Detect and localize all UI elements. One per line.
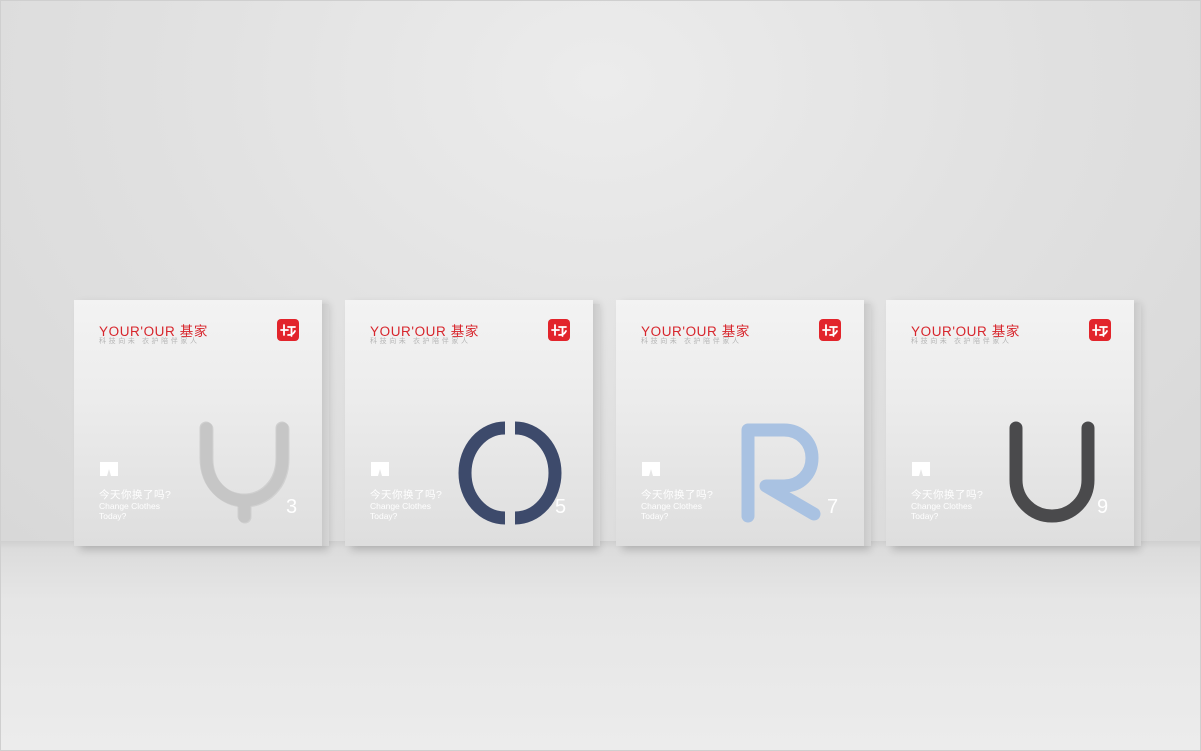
product-scene: YOUR'OUR 基家 科技向未 衣护陪伴家人 今天你换了吗? Change C… <box>0 0 1201 751</box>
floor <box>0 541 1201 751</box>
package-box-o: YOUR'OUR 基家 科技向未 衣护陪伴家人 今天你换了吗? Change C… <box>345 300 600 546</box>
size-number: 5 <box>555 496 567 518</box>
question-cn: 今天你换了吗? <box>641 489 714 501</box>
size-number: 9 <box>1097 496 1109 518</box>
question-en: Change Clothes Today? <box>641 501 702 521</box>
package-box-r: YOUR'OUR 基家 科技向未 衣护陪伴家人 今天你换了吗? Change C… <box>616 300 871 546</box>
question-cn: 今天你换了吗? <box>370 489 443 501</box>
size-number: 7 <box>827 496 839 518</box>
question-en: Change Clothes Today? <box>370 501 431 521</box>
question-cn: 今天你换了吗? <box>911 489 984 501</box>
package-box-y: YOUR'OUR 基家 科技向未 衣护陪伴家人 今天你换了吗? Change C… <box>74 300 329 546</box>
size-number: 3 <box>286 496 298 518</box>
question-en: Change Clothes Today? <box>911 501 972 521</box>
package-box-u: YOUR'OUR 基家 科技向未 衣护陪伴家人 今天你换了吗? Change C… <box>886 300 1141 546</box>
question-cn: 今天你换了吗? <box>99 489 172 501</box>
question-en: Change Clothes Today? <box>99 501 160 521</box>
